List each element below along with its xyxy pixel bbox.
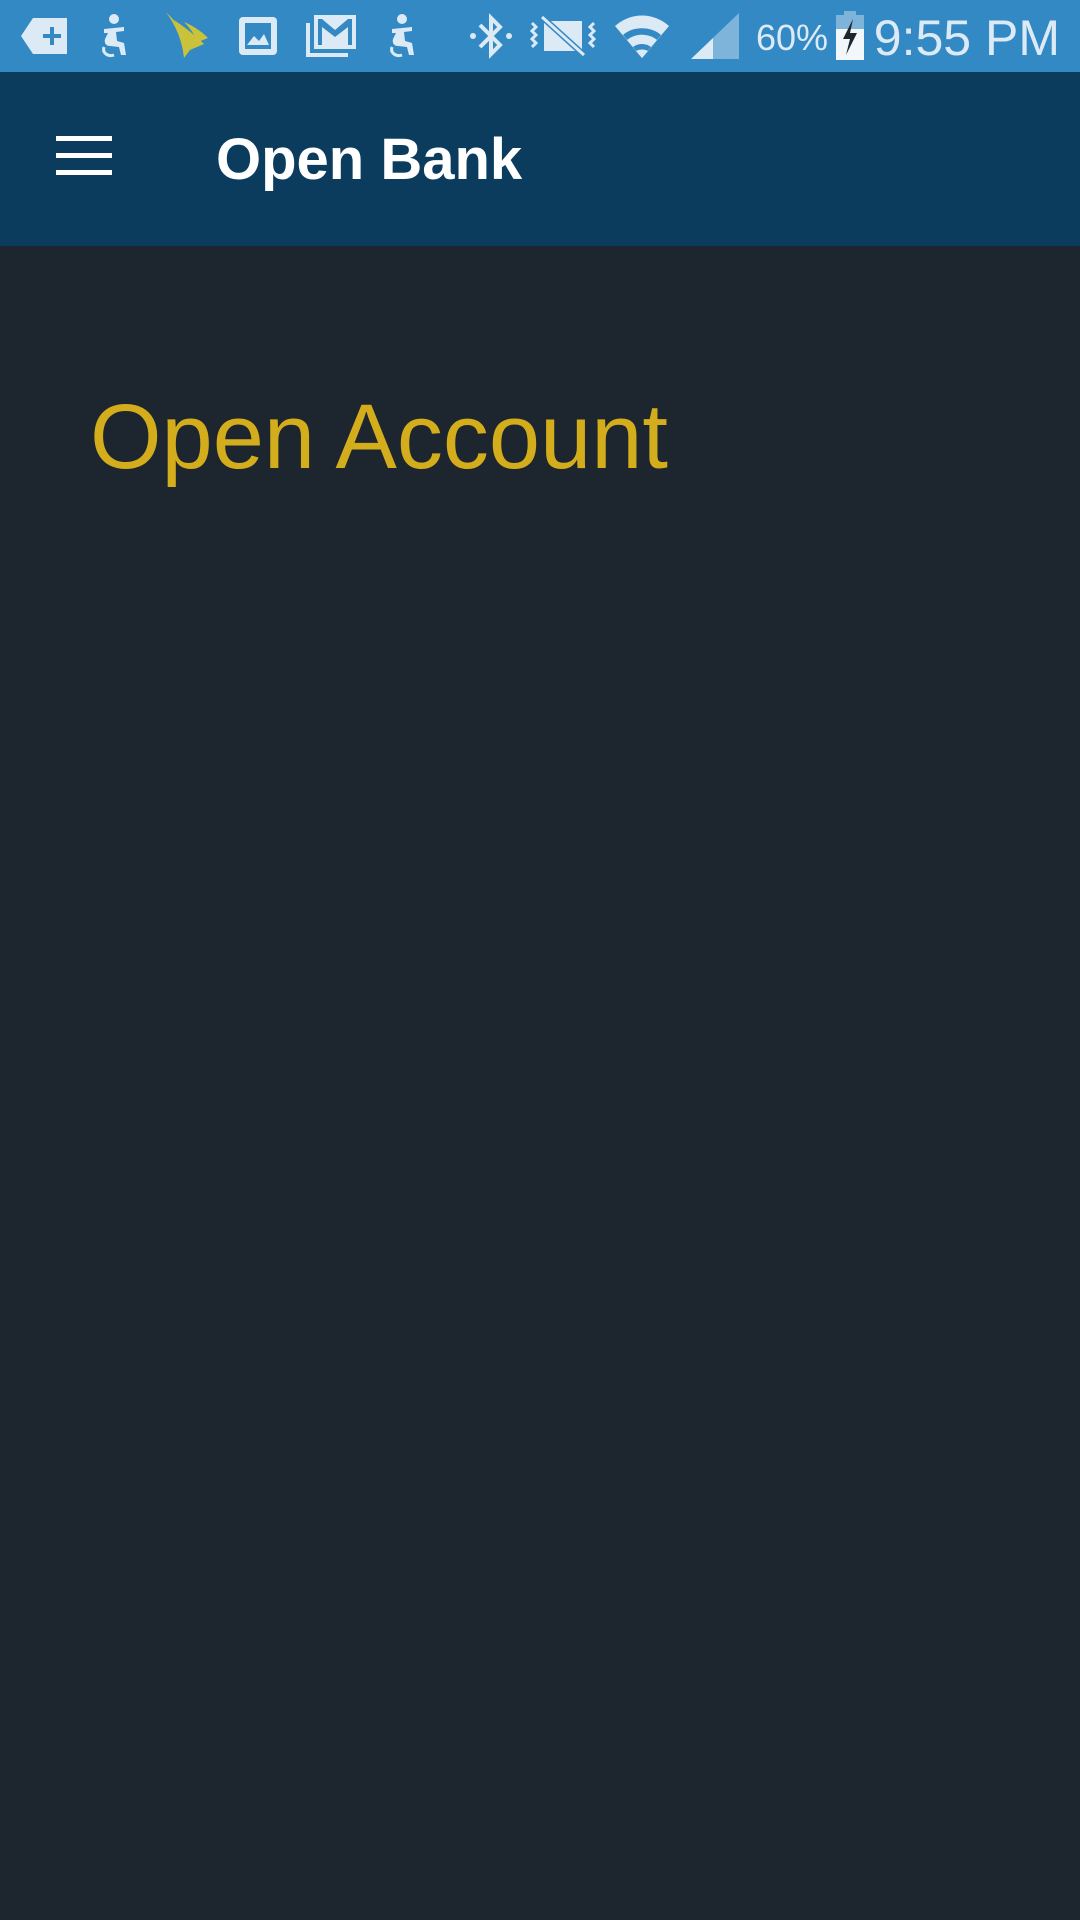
accessibility-person-icon [382,0,422,72]
main-content: Open Account [0,246,1080,1920]
clock-time: 9:55 PM [873,10,1060,66]
battery-percent: 60% [756,17,829,58]
gallery-image-icon [236,0,280,72]
app-bar: Open Bank [0,72,1080,246]
hamburger-menu-icon [56,136,112,176]
page-heading: Open Account [90,386,668,488]
app-title: Open Bank [216,127,523,192]
add-tag-icon [18,0,70,72]
vibrate-off-icon [528,0,598,72]
status-bar: 60% 9:55 PM [0,0,1080,72]
hamburger-menu-button[interactable] [40,112,128,200]
cell-signal-icon [688,0,742,72]
gmail-icon [304,0,358,72]
wifi-icon [612,0,672,72]
sprint-logo-icon [162,0,210,72]
bluetooth-icon [466,0,516,72]
accessibility-person-icon [94,0,134,72]
battery-charging-icon [834,0,866,72]
